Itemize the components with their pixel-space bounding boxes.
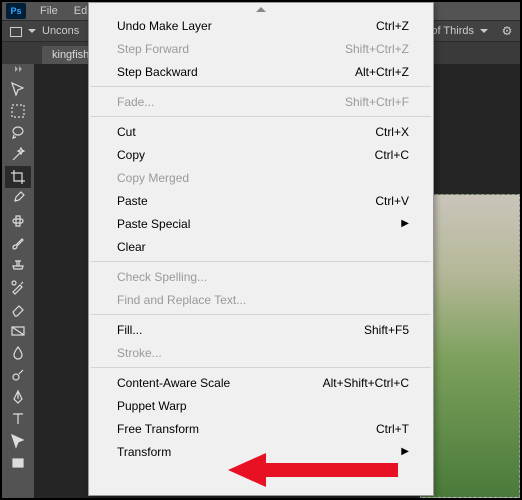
menu-item-label: Content-Aware Scale [117,376,323,390]
menu-item-shortcut: Ctrl+V [375,194,409,208]
menu-item-label: Transform [117,445,401,459]
chevron-down-icon[interactable] [28,29,36,33]
menu-separator [91,314,431,315]
menu-item-paste[interactable]: PasteCtrl+V [89,189,433,212]
menu-item-check-spelling: Check Spelling... [89,265,433,288]
menu-item-paste-special[interactable]: Paste Special▶ [89,212,433,235]
menu-item-undo-make-layer[interactable]: Undo Make LayerCtrl+Z [89,14,433,37]
menu-item-step-backward[interactable]: Step BackwardAlt+Ctrl+Z [89,60,433,83]
brush-tool[interactable] [5,232,31,254]
menu-item-label: Paste [117,194,375,208]
menu-separator [91,261,431,262]
menu-item-stroke: Stroke... [89,341,433,364]
menu-item-label: Cut [117,125,375,139]
move-tool[interactable] [5,78,31,100]
menu-item-transform[interactable]: Transform▶ [89,440,433,463]
expand-panel-icon[interactable] [10,66,26,76]
menu-item-shortcut: Alt+Ctrl+Z [355,65,409,79]
menu-item-label: Fill... [117,323,364,337]
menu-item-label: Step Forward [117,42,345,56]
type-tool[interactable] [5,408,31,430]
menu-item-free-transform[interactable]: Free TransformCtrl+T [89,417,433,440]
chevron-down-icon[interactable] [480,29,488,33]
menu-item-cut[interactable]: CutCtrl+X [89,120,433,143]
scroll-up-icon[interactable] [256,7,266,12]
menu-item-step-forward: Step ForwardShift+Ctrl+Z [89,37,433,60]
eyedropper-tool[interactable] [5,188,31,210]
menu-item-copy-merged: Copy Merged [89,166,433,189]
menu-item-label: Copy Merged [117,171,409,185]
menu-item-label: Free Transform [117,422,376,436]
menu-item-label: Stroke... [117,346,409,360]
menu-item-shortcut: Shift+Ctrl+F [345,95,409,109]
submenu-arrow-icon: ▶ [401,218,409,229]
menu-item-clear[interactable]: Clear [89,235,433,258]
menu-item-shortcut: Ctrl+X [375,125,409,139]
menu-item-shortcut: Shift+F5 [364,323,409,337]
menu-item-shortcut: Shift+Ctrl+Z [345,42,409,56]
menu-item-find-and-replace-text: Find and Replace Text... [89,288,433,311]
gear-icon[interactable]: ⚙ [500,24,514,38]
menu-item-label: Paste Special [117,217,401,231]
menu-item-label: Copy [117,148,375,162]
history-brush-tool[interactable] [5,276,31,298]
path-tool[interactable] [5,430,31,452]
lasso-tool[interactable] [5,122,31,144]
dodge-tool[interactable] [5,364,31,386]
menu-item-label: Undo Make Layer [117,19,376,33]
magic-wand-tool[interactable] [5,144,31,166]
crop-tool[interactable] [5,166,31,188]
app-logo: Ps [6,3,26,19]
clone-stamp-tool[interactable] [5,254,31,276]
menu-item-shortcut: Alt+Shift+Ctrl+C [323,376,409,390]
preset-label: Uncons [42,25,79,37]
tools-panel [2,64,34,498]
submenu-arrow-icon: ▶ [401,446,409,457]
canvas-image [420,194,520,498]
menu-item-label: Check Spelling... [117,270,409,284]
crop-icon [8,23,24,39]
blur-tool[interactable] [5,342,31,364]
menu-item-fade: Fade...Shift+Ctrl+F [89,90,433,113]
menu-item-label: Fade... [117,95,345,109]
menu-item-copy[interactable]: CopyCtrl+C [89,143,433,166]
pen-tool[interactable] [5,386,31,408]
marquee-tool[interactable] [5,100,31,122]
menu-separator [91,116,431,117]
menu-item-label: Find and Replace Text... [117,293,409,307]
eraser-tool[interactable] [5,298,31,320]
menu-item-label: Clear [117,240,409,254]
edit-menu-dropdown: Undo Make LayerCtrl+ZStep ForwardShift+C… [88,2,434,496]
rectangle-tool[interactable] [5,452,31,474]
spot-heal-tool[interactable] [5,210,31,232]
menu-file[interactable]: File [32,5,66,17]
menu-item-shortcut: Ctrl+Z [376,19,409,33]
menu-item-fill[interactable]: Fill...Shift+F5 [89,318,433,341]
menu-item-label: Step Backward [117,65,355,79]
menu-item-shortcut: Ctrl+C [375,148,409,162]
menu-item-content-aware-scale[interactable]: Content-Aware ScaleAlt+Shift+Ctrl+C [89,371,433,394]
menu-item-puppet-warp[interactable]: Puppet Warp [89,394,433,417]
menu-item-shortcut: Ctrl+T [376,422,409,436]
menu-separator [91,86,431,87]
menu-separator [91,367,431,368]
menu-item-label: Puppet Warp [117,399,409,413]
gradient-tool[interactable] [5,320,31,342]
